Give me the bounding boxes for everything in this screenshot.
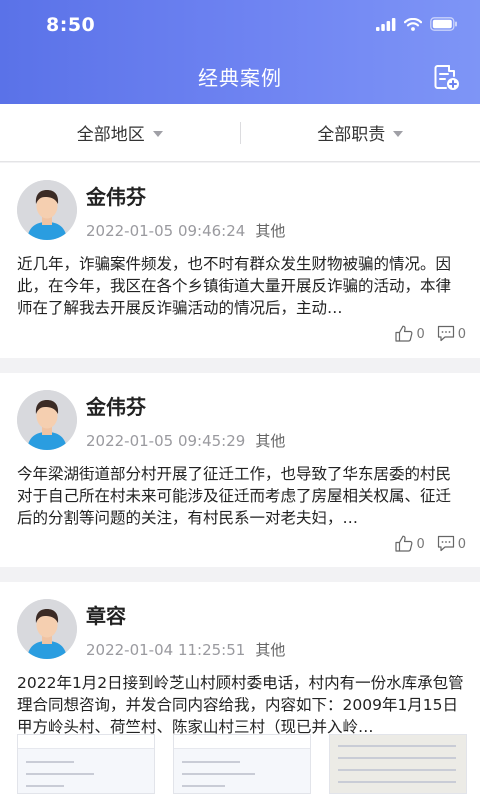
header-bar: 8:50 经典案例 bbox=[0, 0, 480, 104]
thumb-line bbox=[182, 773, 255, 775]
region-filter[interactable]: 全部地区 bbox=[0, 120, 240, 145]
case-card[interactable]: 章容 2022-01-04 11:25:51 其他 2022年1月2日接到岭芝山村… bbox=[0, 582, 480, 800]
thumb-line bbox=[182, 785, 225, 787]
author-name: 金伟芬 bbox=[86, 185, 146, 209]
user-avatar-icon bbox=[17, 180, 77, 240]
signal-icon bbox=[376, 17, 396, 31]
duty-filter[interactable]: 全部职责 bbox=[241, 120, 480, 145]
case-category: 其他 bbox=[255, 222, 286, 240]
case-meta: 2022-01-04 11:25:51 其他 bbox=[86, 639, 285, 660]
thumbs-up-icon bbox=[395, 325, 413, 342]
comment-count: 0 bbox=[457, 537, 466, 552]
case-content: 2022年1月2日接到岭芝山村顾村委电话，村内有一份水库承包管理合同想咨询，并发… bbox=[17, 674, 464, 736]
attachment-image[interactable] bbox=[173, 734, 311, 794]
wifi-icon bbox=[404, 17, 422, 31]
thumbs-up-icon bbox=[395, 535, 413, 552]
case-actions: 0 0 bbox=[395, 325, 466, 342]
status-time: 8:50 bbox=[46, 14, 96, 36]
attachment-image[interactable] bbox=[329, 734, 467, 794]
comment-button[interactable]: 0 bbox=[437, 535, 466, 552]
case-card[interactable]: 金伟芬 2022-01-05 09:45:29 其他 今年梁湖街道部分村开展了征迁… bbox=[0, 373, 480, 567]
thumb-line bbox=[338, 745, 456, 747]
like-count: 0 bbox=[416, 327, 425, 342]
avatar bbox=[17, 599, 77, 659]
thumb-line bbox=[338, 769, 456, 771]
user-avatar-icon bbox=[17, 599, 77, 659]
avatar bbox=[17, 390, 77, 450]
case-category: 其他 bbox=[255, 641, 286, 659]
avatar bbox=[17, 180, 77, 240]
case-content: 今年梁湖街道部分村开展了征迁工作，也导致了华东居委的村民对于自己所在村未来可能涉… bbox=[17, 465, 452, 527]
case-category: 其他 bbox=[255, 432, 286, 450]
caret-down-icon bbox=[152, 130, 163, 137]
author-name: 章容 bbox=[86, 604, 126, 628]
filter-bar: 全部地区 全部职责 bbox=[0, 104, 480, 162]
comment-icon bbox=[437, 535, 454, 552]
thumb-line bbox=[338, 757, 456, 759]
thumb-toolbar bbox=[174, 735, 310, 749]
thumb-toolbar bbox=[18, 735, 154, 749]
comment-count: 0 bbox=[457, 327, 466, 342]
thumb-line bbox=[26, 785, 64, 787]
thumb-line bbox=[182, 761, 240, 763]
status-icons bbox=[376, 17, 458, 31]
duty-filter-label: 全部职责 bbox=[317, 125, 386, 145]
case-date: 2022-01-05 09:45:29 bbox=[86, 432, 246, 450]
like-button[interactable]: 0 bbox=[395, 325, 425, 342]
battery-icon bbox=[430, 17, 457, 31]
note-add-icon bbox=[434, 65, 459, 90]
case-card[interactable]: 金伟芬 2022-01-05 09:46:24 其他 近几年，诈骗案件频发，也不时… bbox=[0, 163, 480, 358]
case-content: 近几年，诈骗案件频发，也不时有群众发生财物被骗的情况。因此，在今年，我区在各个乡… bbox=[17, 255, 452, 317]
case-actions: 0 0 bbox=[395, 535, 466, 552]
add-case-button[interactable] bbox=[432, 63, 460, 91]
author-name: 金伟芬 bbox=[86, 395, 146, 419]
thumb-line bbox=[26, 773, 94, 775]
comment-icon bbox=[437, 325, 454, 342]
user-avatar-icon bbox=[17, 390, 77, 450]
case-date: 2022-01-05 09:46:24 bbox=[86, 222, 246, 240]
region-filter-label: 全部地区 bbox=[76, 125, 145, 145]
case-meta: 2022-01-05 09:45:29 其他 bbox=[86, 430, 285, 451]
page-title: 经典案例 bbox=[198, 66, 282, 90]
caret-down-icon bbox=[393, 130, 404, 137]
thumb-line bbox=[26, 761, 74, 763]
attachment-thumbnails bbox=[17, 734, 467, 794]
like-count: 0 bbox=[416, 537, 425, 552]
attachment-image[interactable] bbox=[17, 734, 155, 794]
comment-button[interactable]: 0 bbox=[437, 325, 466, 342]
case-date: 2022-01-04 11:25:51 bbox=[86, 641, 246, 659]
thumb-line bbox=[338, 781, 456, 783]
like-button[interactable]: 0 bbox=[395, 535, 425, 552]
case-meta: 2022-01-05 09:46:24 其他 bbox=[86, 220, 285, 241]
